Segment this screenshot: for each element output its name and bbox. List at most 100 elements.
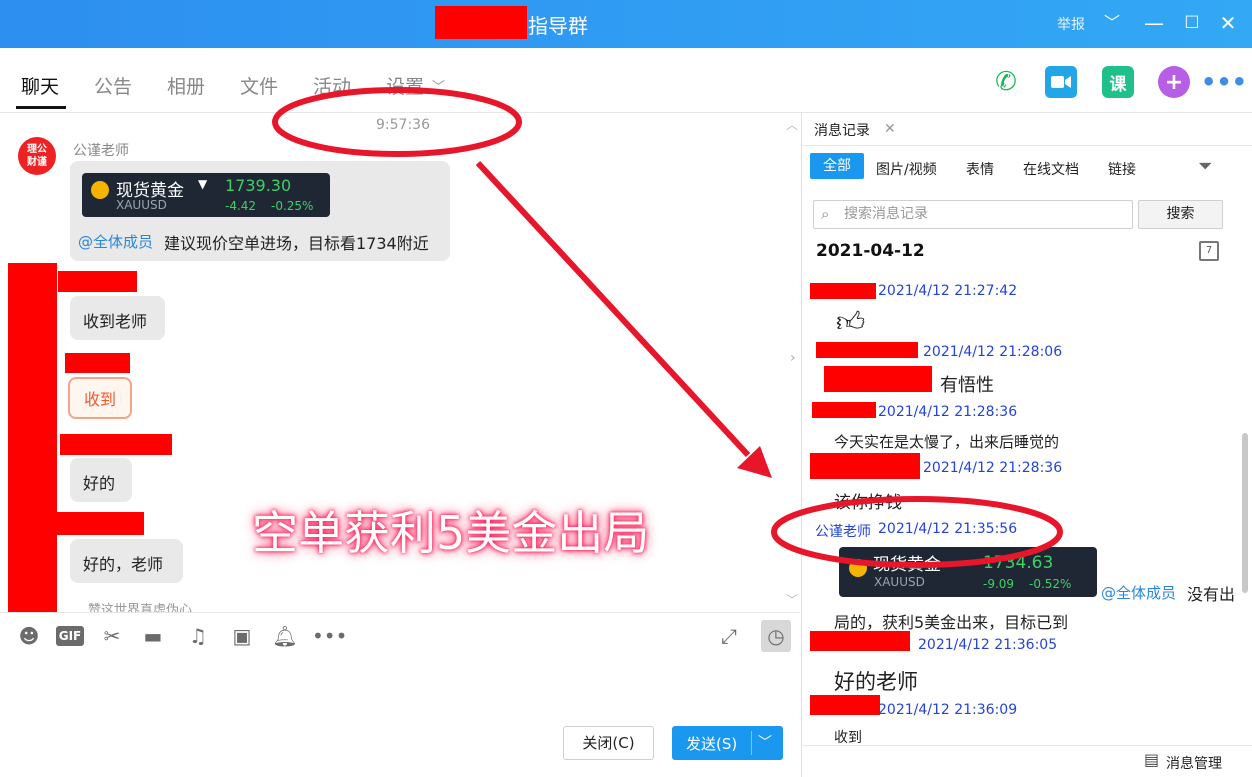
tab-album[interactable]: 相册 bbox=[167, 72, 205, 99]
more-icon[interactable]: ••• bbox=[1201, 66, 1247, 98]
entry-time: 2021/4/12 21:27:42 bbox=[878, 283, 1018, 299]
entry-time: 2021/4/12 21:28:36 bbox=[923, 460, 1063, 476]
entry-text: 今天实在是太慢了，出来后睡觉的 bbox=[834, 433, 1060, 451]
message-input[interactable] bbox=[0, 655, 800, 720]
search-placeholder: 搜索消息记录 bbox=[844, 206, 928, 222]
redaction-block bbox=[810, 453, 920, 479]
emoji-icon[interactable]: ☻ bbox=[16, 624, 42, 648]
partial-message: 赞这世界真虚伪心 bbox=[88, 603, 193, 613]
send-divider bbox=[751, 731, 752, 755]
close-tab-icon[interactable]: ✕ bbox=[884, 121, 896, 137]
scissors-icon[interactable]: ✂ bbox=[99, 624, 125, 648]
history-date: 2021-04-12 bbox=[816, 241, 925, 261]
filter-emoji[interactable]: 表情 bbox=[966, 159, 994, 179]
message-bubble: 现货黄金 ▼ 1739.30 XAUUSD -4.42 -0.25% @全体成员… bbox=[70, 161, 450, 261]
message-history-panel: 消息记录 ✕ 全部 图片/视频 表情 在线文档 链接 ⏷ ⌕ 搜索消息记录 搜索… bbox=[801, 113, 1252, 777]
add-app-icon[interactable]: + bbox=[1158, 66, 1190, 98]
quote-change: -9.09 bbox=[983, 577, 1015, 591]
search-button[interactable]: 搜索 bbox=[1138, 200, 1223, 229]
quote-change-pct: -0.25% bbox=[271, 199, 314, 213]
composer-divider bbox=[0, 612, 800, 613]
thumbs-up-icon: 👍︎ bbox=[836, 305, 866, 338]
image-icon[interactable]: ▣ bbox=[229, 624, 255, 648]
tab-activity[interactable]: 活动 bbox=[313, 72, 351, 99]
tab-files[interactable]: 文件 bbox=[240, 72, 278, 99]
close-icon[interactable]: ✕ bbox=[1215, 10, 1241, 36]
tab-settings[interactable]: 设置 bbox=[386, 72, 424, 99]
scroll-down-icon[interactable]: ﹀ bbox=[786, 591, 798, 608]
redaction-block bbox=[60, 434, 172, 455]
message-manage-icon[interactable]: ▤ bbox=[1144, 750, 1159, 769]
filter-all[interactable]: 全部 bbox=[810, 153, 864, 179]
quote-price: 1739.30 bbox=[225, 176, 292, 195]
music-icon[interactable]: ♫ bbox=[185, 624, 211, 648]
message-timestamp: 9:57:36 bbox=[376, 117, 430, 133]
redaction-block bbox=[65, 353, 130, 373]
active-tab-indicator bbox=[16, 106, 66, 109]
scrollbar-thumb[interactable] bbox=[1242, 433, 1248, 593]
send-button-label: 发送(S) bbox=[686, 735, 738, 753]
sticker-text: 收到 bbox=[83, 390, 116, 409]
entry-time: 2021/4/12 21:36:05 bbox=[918, 637, 1058, 653]
more-tools-icon[interactable]: ••• bbox=[312, 624, 347, 648]
video-call-icon[interactable] bbox=[1045, 66, 1077, 98]
maximize-icon[interactable]: ☐ bbox=[1179, 10, 1205, 36]
redaction-block bbox=[8, 263, 57, 613]
redaction-block bbox=[435, 6, 527, 39]
entry-time: 2021/4/12 21:28:36 bbox=[878, 404, 1018, 420]
gold-quote-card[interactable]: 现货黄金 ▼ 1739.30 XAUUSD -4.42 -0.25% bbox=[82, 173, 330, 217]
quote-price: 1734.63 bbox=[983, 553, 1054, 573]
message-bubble: 收到老师 bbox=[70, 296, 165, 340]
entry-text: 没有出 bbox=[1187, 585, 1236, 604]
folder-icon[interactable]: ▬ bbox=[140, 624, 166, 648]
overlay-caption: 空单获利5美金出局 bbox=[252, 506, 650, 560]
filter-links[interactable]: 链接 bbox=[1108, 159, 1136, 179]
filter-icon[interactable]: ⏷ bbox=[1198, 156, 1212, 177]
quote-change-pct: -0.52% bbox=[1029, 577, 1072, 591]
redaction-block bbox=[58, 271, 137, 292]
sticker-received[interactable]: 收到 bbox=[68, 377, 132, 419]
calendar-icon[interactable]: 7 bbox=[1199, 241, 1219, 261]
mention-all[interactable]: @全体成员 bbox=[1101, 582, 1176, 603]
history-clock-icon[interactable]: ◷ bbox=[761, 620, 791, 652]
message-manage-link[interactable]: 消息管理 bbox=[1166, 753, 1222, 773]
entry-time: 2021/4/12 21:36:09 bbox=[878, 702, 1018, 718]
quote-symbol: XAUUSD bbox=[874, 575, 925, 589]
message-text: 收到老师 bbox=[83, 312, 148, 331]
send-button[interactable]: 发送(S) ﹀ bbox=[672, 726, 783, 760]
entry-time: 2021/4/12 21:28:06 bbox=[923, 344, 1063, 360]
gold-quote-card[interactable]: 现货黄金 1734.63 XAUUSD -9.09 -0.52% bbox=[839, 547, 1097, 597]
avatar[interactable]: 理公 财谨 bbox=[18, 137, 56, 175]
tab-chat[interactable]: 聊天 bbox=[21, 72, 59, 99]
gif-icon[interactable]: GIF bbox=[56, 626, 84, 646]
entry-text: 有悟性 bbox=[940, 375, 994, 396]
lesson-icon[interactable]: 课 bbox=[1102, 66, 1134, 98]
expand-icon[interactable]: ⤢ bbox=[716, 624, 742, 648]
bell-icon[interactable]: 🔔︎ bbox=[272, 624, 298, 648]
history-tab[interactable]: 消息记录 bbox=[814, 120, 870, 140]
chevron-down-icon[interactable]: ﹀ bbox=[432, 76, 445, 95]
redaction-block bbox=[810, 631, 910, 651]
tab-announcements[interactable]: 公告 bbox=[94, 72, 132, 99]
caret-down-icon: ▼ bbox=[198, 177, 208, 191]
entry-text: 收到 bbox=[834, 730, 862, 746]
redaction-block bbox=[810, 695, 880, 715]
report-link[interactable]: 举报 bbox=[1057, 14, 1085, 34]
close-button[interactable]: 关闭(C) bbox=[563, 726, 654, 760]
phone-call-icon[interactable]: ✆ bbox=[990, 66, 1022, 98]
scroll-up-icon[interactable]: ︿ bbox=[786, 116, 798, 133]
filter-media[interactable]: 图片/视频 bbox=[876, 159, 937, 179]
redaction-block bbox=[810, 283, 876, 299]
minimize-icon[interactable]: — bbox=[1141, 10, 1167, 36]
mention-all[interactable]: @全体成员 bbox=[78, 231, 153, 252]
panel-divider bbox=[802, 745, 1252, 746]
chevron-down-icon[interactable]: ﹀ bbox=[1099, 10, 1125, 36]
entry-text: 局的，获利5美金出来，目标已到 bbox=[834, 613, 1069, 632]
send-options-icon[interactable]: ﹀ bbox=[758, 732, 772, 752]
title-bar: 指导群 举报 ﹀ — ☐ ✕ bbox=[0, 0, 1252, 48]
message-text: 好的，老师 bbox=[83, 555, 164, 574]
history-search-input[interactable]: ⌕ 搜索消息记录 bbox=[813, 200, 1133, 229]
panel-collapse-icon[interactable]: › bbox=[790, 350, 796, 366]
filter-docs[interactable]: 在线文档 bbox=[1023, 159, 1079, 179]
message-text: 好的 bbox=[83, 474, 116, 493]
